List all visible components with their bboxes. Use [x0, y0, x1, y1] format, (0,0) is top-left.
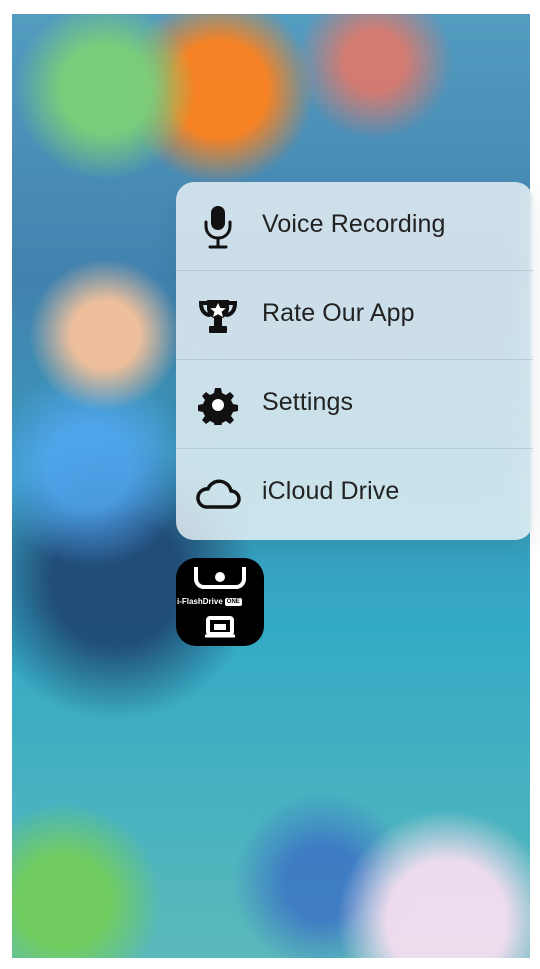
app-icon-label-row: i-FlashDrive ONE	[177, 595, 263, 609]
quick-action-settings[interactable]: Settings	[176, 360, 533, 449]
quick-actions-menu: Voice Recording Rate Our App Settings iC…	[176, 182, 533, 540]
flashdrive-bottom-icon	[205, 616, 235, 638]
voice-recording-label: Voice Recording	[262, 210, 446, 238]
icloud-drive-label: iCloud Drive	[262, 477, 400, 505]
app-badge-text: ONE	[224, 598, 242, 606]
quick-action-rate-our-app[interactable]: Rate Our App	[176, 271, 533, 360]
quick-action-icloud-drive[interactable]: iCloud Drive	[176, 449, 533, 538]
settings-label: Settings	[262, 388, 354, 416]
microphone-icon	[194, 203, 242, 251]
app-name-text: i-FlashDrive	[177, 597, 223, 606]
gear-icon	[194, 381, 242, 429]
i-flashdrive-one-app-icon[interactable]: i-FlashDrive ONE	[176, 558, 264, 646]
rate-our-app-label: Rate Our App	[262, 299, 415, 327]
trophy-star-icon	[194, 292, 242, 340]
cloud-icon	[194, 470, 242, 518]
flashdrive-dot-icon	[215, 572, 225, 582]
quick-action-voice-recording[interactable]: Voice Recording	[176, 182, 533, 271]
